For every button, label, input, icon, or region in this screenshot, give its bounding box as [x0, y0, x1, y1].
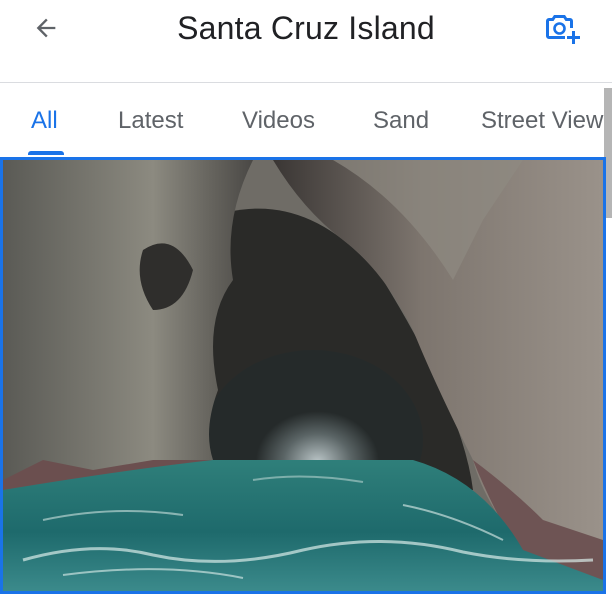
add-photo-button[interactable]: [540, 8, 584, 48]
active-tab-indicator: [28, 151, 64, 155]
tab-videos[interactable]: Videos: [242, 107, 315, 135]
tab-all[interactable]: All: [31, 107, 58, 135]
app-header: Santa Cruz Island: [0, 0, 612, 82]
tab-latest[interactable]: Latest: [118, 107, 183, 135]
add-photo-icon: [546, 15, 580, 44]
tab-street-view[interactable]: Street View: [481, 107, 603, 135]
sea-cave-photo: [3, 160, 603, 591]
page-title: Santa Cruz Island: [177, 10, 435, 46]
filter-tabs: All Latest Videos Sand Street View: [0, 83, 612, 157]
tab-sand[interactable]: Sand: [373, 107, 429, 135]
photo-tile[interactable]: [0, 157, 606, 594]
